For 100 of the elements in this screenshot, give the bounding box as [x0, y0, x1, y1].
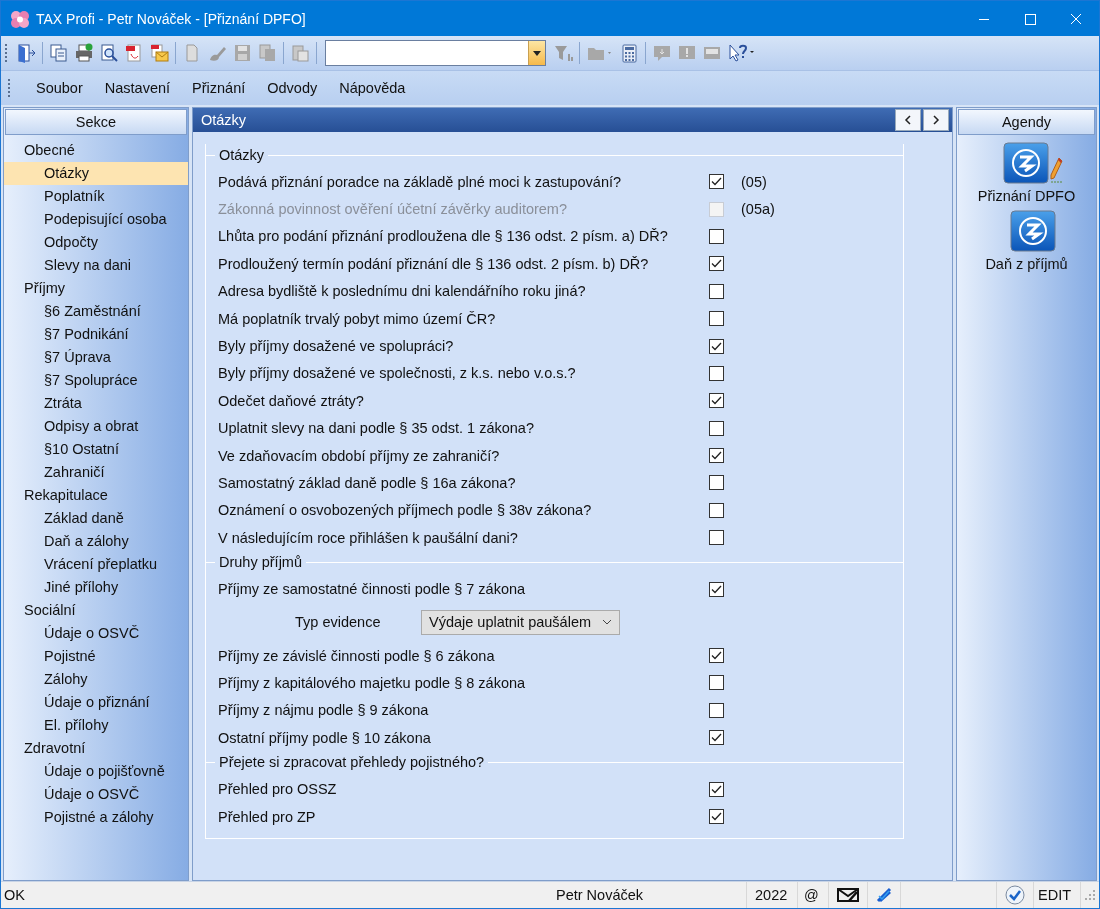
pdf-document-icon[interactable]: [124, 43, 144, 63]
sidebar-item[interactable]: Podepisující osoba: [4, 208, 188, 231]
field-label: Typ evidence: [295, 614, 382, 631]
sidebar-item[interactable]: Pojistné: [4, 645, 188, 668]
checkbox[interactable]: [709, 809, 724, 824]
sidebar-item[interactable]: Poplatník: [4, 185, 188, 208]
checkbox[interactable]: [709, 475, 724, 491]
question-label: Byly příjmy dosažené ve společnosti, z k.s. nebo v.o.s.?: [218, 365, 577, 382]
pdf-email-icon[interactable]: [149, 43, 169, 63]
sidebar-item[interactable]: Ztráta: [4, 392, 188, 415]
sidebar-item[interactable]: Údaje o OSVČ: [4, 622, 188, 645]
next-button[interactable]: [923, 109, 949, 131]
help-pointer-dropdown-icon[interactable]: [727, 43, 755, 63]
sidebar-item[interactable]: §6 Zaměstnání: [4, 300, 188, 323]
filter-icon: [553, 43, 573, 63]
question-label: Uplatnit slevy na dani podle § 35 odst. 1 zákona?: [218, 420, 535, 437]
field-code: (05): [741, 173, 767, 190]
toolbar-grip-icon[interactable]: [4, 43, 8, 63]
pencil-icon: [1048, 156, 1063, 184]
checkbox[interactable]: [709, 365, 724, 381]
dropdown-caret-icon: [533, 50, 541, 56]
menu-item[interactable]: Odvody: [267, 80, 318, 96]
question-label: V následujícím roce přihlášen k paušální dani?: [218, 529, 519, 546]
checkbox[interactable]: [709, 283, 724, 299]
agenda-label[interactable]: Daň z příjmů: [985, 256, 1068, 272]
sidebar-item[interactable]: Slevy na dani: [4, 254, 188, 277]
group-legend: Druhy příjmů: [215, 554, 306, 571]
checkmark-icon: [711, 451, 722, 461]
section-group-label: Příjmy: [23, 279, 67, 298]
sidebar-item[interactable]: Údaje o pojišťovně: [4, 760, 188, 783]
checkbox[interactable]: [709, 781, 724, 797]
status-email: @: [798, 882, 829, 908]
window-title: TAX Profi - Petr Nováček - [Přiznání DPFO]: [36, 10, 307, 27]
sidebar-item[interactable]: Jiné přílohy: [4, 576, 188, 599]
sidebar-item[interactable]: Odpisy a obrat: [4, 415, 188, 438]
copy-documents-icon[interactable]: [49, 43, 69, 63]
sidebar-item[interactable]: §10 Ostatní: [4, 438, 188, 461]
question-label: Ostatní příjmy podle § 10 zákona: [218, 729, 432, 746]
agenda-app-icon[interactable]: [1002, 142, 1049, 184]
sidebar-item[interactable]: Daň a zálohy: [4, 530, 188, 553]
agenda-label[interactable]: Přiznání DPFO: [977, 188, 1076, 204]
checkbox[interactable]: [709, 338, 724, 354]
checkbox[interactable]: [709, 730, 724, 746]
printer-icon[interactable]: [74, 43, 94, 63]
status-mode: EDIT: [1034, 882, 1081, 908]
dropdown-field[interactable]: Výdaje uplatnit paušálem: [421, 609, 620, 635]
agenda-app-icon[interactable]: [1009, 210, 1056, 252]
question-label: Lhůta pro podání přiznání prodloužena dle § 136 odst. 2 písm. a) DŘ?: [218, 228, 669, 245]
checkbox[interactable]: [709, 702, 724, 718]
checkbox[interactable]: [709, 420, 724, 436]
sidebar-item[interactable]: Zálohy: [4, 668, 188, 691]
calculator-icon[interactable]: [619, 43, 639, 63]
sidebar-item[interactable]: Odpočty: [4, 231, 188, 254]
question-label: Příjmy z nájmu podle § 9 zákona: [218, 702, 430, 719]
sidebar-item[interactable]: Údaje o přiznání: [4, 691, 188, 714]
documents-icon: [257, 43, 277, 63]
sidebar-item[interactable]: Zahraničí: [4, 461, 188, 484]
checkbox[interactable]: [709, 502, 724, 518]
resize-grip-icon[interactable]: [1084, 889, 1096, 901]
question-label: Přehled pro OSSZ: [218, 781, 338, 798]
checkbox[interactable]: [709, 648, 724, 664]
checkbox[interactable]: [709, 581, 724, 597]
question-label: Oznámení o osvobozených příjmech podle § 38v zákona?: [218, 502, 593, 519]
checkmark-icon: [711, 177, 722, 187]
sidebar-item[interactable]: El. přílohy: [4, 714, 188, 737]
checkbox[interactable]: [709, 311, 724, 327]
mail-icon[interactable]: [837, 888, 859, 902]
checkbox[interactable]: [709, 256, 724, 272]
sidebar-item[interactable]: Údaje o OSVČ: [4, 783, 188, 806]
menu-item[interactable]: Soubor: [36, 80, 83, 96]
sidebar-item[interactable]: §7 Podnikání: [4, 323, 188, 346]
checkbox[interactable]: [709, 675, 724, 691]
checkbox[interactable]: [709, 174, 724, 190]
sidebar-item[interactable]: §7 Spolupráce: [4, 369, 188, 392]
sidebar-item[interactable]: Pojistné a zálohy: [4, 806, 188, 829]
toolbar-grip-icon[interactable]: [7, 78, 11, 98]
sidebar-item[interactable]: §7 Úprava: [4, 346, 188, 369]
checkbox[interactable]: [709, 448, 724, 464]
checkmark-icon: [711, 341, 722, 351]
question-label: Samostatný základ daně podle § 16a zákona?: [218, 475, 517, 491]
print-preview-icon[interactable]: [99, 43, 119, 63]
menu-item[interactable]: Nastavení: [104, 80, 171, 96]
sidebar-item[interactable]: Otázky: [4, 162, 188, 185]
question-label: Adresa bydliště k poslednímu dni kalendářního roku jiná?: [218, 283, 587, 300]
question-label: Zákonná povinnost ověření účetní závěrky auditorem?: [218, 201, 568, 218]
checkmark-icon: [711, 259, 722, 269]
question-label: Příjmy ze samostatné činnosti podle § 7 zákona: [218, 581, 527, 598]
question-label: Odečet daňové ztráty?: [218, 392, 365, 409]
signature-pen-icon[interactable]: [876, 887, 892, 903]
toolbar-combo-field[interactable]: [325, 40, 546, 66]
section-group-label: Sociální: [23, 601, 77, 620]
sidebar-item[interactable]: Základ daně: [4, 507, 188, 530]
menu-item[interactable]: Přiznání: [192, 80, 246, 96]
menu-item[interactable]: Nápověda: [339, 80, 406, 96]
checkbox[interactable]: [709, 530, 724, 546]
previous-button[interactable]: [895, 109, 921, 131]
sidebar-item[interactable]: Vrácení přeplatku: [4, 553, 188, 576]
checkbox[interactable]: [709, 228, 724, 244]
checkbox[interactable]: [709, 393, 724, 409]
exit-door-icon[interactable]: [16, 43, 36, 63]
